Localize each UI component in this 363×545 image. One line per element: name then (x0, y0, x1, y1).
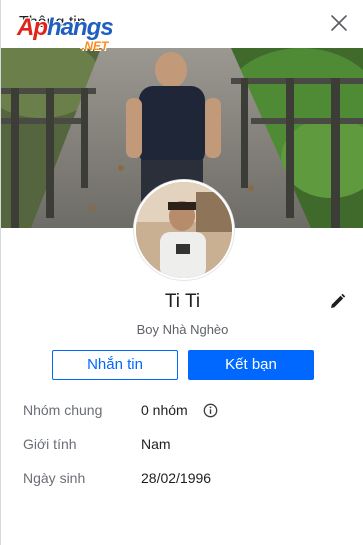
add-friend-button[interactable]: Kết bạn (188, 350, 314, 380)
close-icon[interactable] (328, 12, 350, 34)
info-row-gender: Giới tính Nam (23, 436, 343, 456)
info-label: Ngày sinh (23, 470, 86, 486)
profile-name: Ti Ti (164, 291, 201, 312)
profile-info-panel: Thông tin Aphangs .NET Ti Ti Boy Nhà Ngh… (0, 0, 363, 545)
watermark-logo: Aphangs .NET (17, 14, 114, 56)
info-value: 28/02/1996 (141, 470, 212, 486)
message-button[interactable]: Nhắn tin (52, 350, 178, 380)
info-circle-icon[interactable] (203, 403, 218, 418)
info-row-birthday: Ngày sinh 28/02/1996 (23, 470, 343, 490)
info-label: Giới tính (23, 436, 77, 452)
info-value: 0 nhóm (141, 402, 188, 418)
profile-bio: Boy Nhà Nghèo (136, 322, 229, 337)
avatar-image (136, 182, 232, 278)
pencil-icon[interactable] (329, 293, 346, 310)
avatar[interactable] (134, 180, 234, 280)
watermark-logo-domain: .NET (81, 39, 109, 53)
info-label: Nhóm chung (23, 402, 103, 418)
watermark-logo-text: Aphangs (17, 14, 114, 41)
info-row-common-groups: Nhóm chung 0 nhóm (23, 402, 343, 422)
info-value: Nam (141, 436, 171, 452)
